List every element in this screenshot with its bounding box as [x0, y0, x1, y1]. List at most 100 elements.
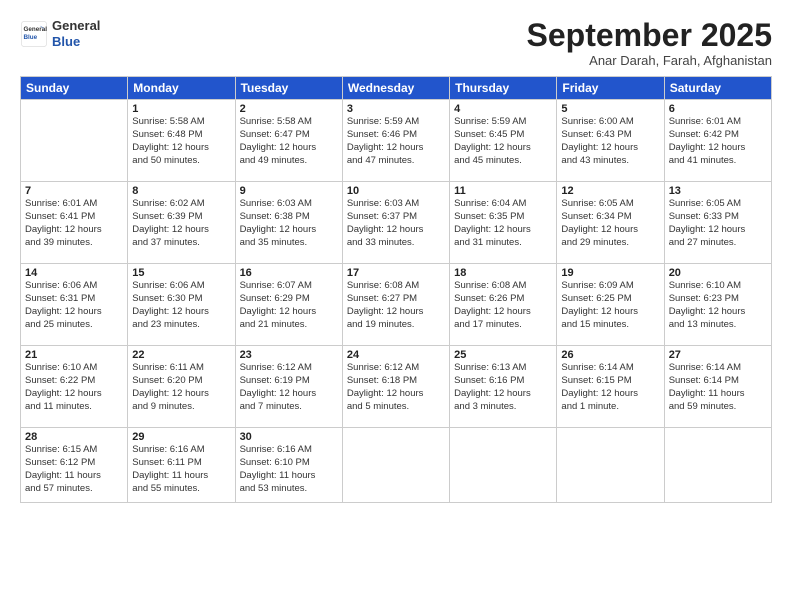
day-number: 7: [25, 185, 123, 197]
day-number: 8: [132, 185, 230, 197]
day-info: Sunrise: 6:01 AM Sunset: 6:42 PM Dayligh…: [669, 116, 767, 167]
calendar-cell: 22Sunrise: 6:11 AM Sunset: 6:20 PM Dayli…: [128, 346, 235, 428]
day-number: 14: [25, 267, 123, 279]
calendar-cell: [450, 428, 557, 503]
day-number: 5: [561, 103, 659, 115]
day-number: 28: [25, 431, 123, 443]
day-info: Sunrise: 6:06 AM Sunset: 6:30 PM Dayligh…: [132, 280, 230, 331]
day-number: 26: [561, 349, 659, 361]
calendar-cell: 30Sunrise: 6:16 AM Sunset: 6:10 PM Dayli…: [235, 428, 342, 503]
day-number: 12: [561, 185, 659, 197]
calendar-week-row: 28Sunrise: 6:15 AM Sunset: 6:12 PM Dayli…: [21, 428, 772, 503]
calendar-cell: [664, 428, 771, 503]
calendar-cell: 18Sunrise: 6:08 AM Sunset: 6:26 PM Dayli…: [450, 264, 557, 346]
day-number: 9: [240, 185, 338, 197]
day-info: Sunrise: 6:14 AM Sunset: 6:14 PM Dayligh…: [669, 362, 767, 413]
day-number: 6: [669, 103, 767, 115]
svg-text:General: General: [24, 26, 48, 33]
day-info: Sunrise: 5:58 AM Sunset: 6:48 PM Dayligh…: [132, 116, 230, 167]
day-number: 15: [132, 267, 230, 279]
calendar-cell: 14Sunrise: 6:06 AM Sunset: 6:31 PM Dayli…: [21, 264, 128, 346]
calendar-cell: 19Sunrise: 6:09 AM Sunset: 6:25 PM Dayli…: [557, 264, 664, 346]
day-number: 16: [240, 267, 338, 279]
day-info: Sunrise: 6:08 AM Sunset: 6:27 PM Dayligh…: [347, 280, 445, 331]
calendar-week-row: 21Sunrise: 6:10 AM Sunset: 6:22 PM Dayli…: [21, 346, 772, 428]
calendar-table: SundayMondayTuesdayWednesdayThursdayFrid…: [20, 76, 772, 503]
calendar-cell: 17Sunrise: 6:08 AM Sunset: 6:27 PM Dayli…: [342, 264, 449, 346]
calendar-cell: 6Sunrise: 6:01 AM Sunset: 6:42 PM Daylig…: [664, 100, 771, 182]
day-number: 2: [240, 103, 338, 115]
calendar-week-row: 14Sunrise: 6:06 AM Sunset: 6:31 PM Dayli…: [21, 264, 772, 346]
calendar-cell: 7Sunrise: 6:01 AM Sunset: 6:41 PM Daylig…: [21, 182, 128, 264]
logo-general: General: [52, 18, 100, 34]
calendar-dow-friday: Friday: [557, 77, 664, 100]
day-info: Sunrise: 6:16 AM Sunset: 6:11 PM Dayligh…: [132, 444, 230, 495]
calendar-cell: 3Sunrise: 5:59 AM Sunset: 6:46 PM Daylig…: [342, 100, 449, 182]
day-info: Sunrise: 6:12 AM Sunset: 6:18 PM Dayligh…: [347, 362, 445, 413]
day-info: Sunrise: 6:05 AM Sunset: 6:34 PM Dayligh…: [561, 198, 659, 249]
calendar-dow-saturday: Saturday: [664, 77, 771, 100]
day-number: 13: [669, 185, 767, 197]
calendar-cell: 15Sunrise: 6:06 AM Sunset: 6:30 PM Dayli…: [128, 264, 235, 346]
day-number: 27: [669, 349, 767, 361]
day-number: 25: [454, 349, 552, 361]
day-info: Sunrise: 6:11 AM Sunset: 6:20 PM Dayligh…: [132, 362, 230, 413]
day-number: 1: [132, 103, 230, 115]
day-number: 21: [25, 349, 123, 361]
day-number: 29: [132, 431, 230, 443]
calendar-cell: 25Sunrise: 6:13 AM Sunset: 6:16 PM Dayli…: [450, 346, 557, 428]
calendar-cell: 12Sunrise: 6:05 AM Sunset: 6:34 PM Dayli…: [557, 182, 664, 264]
day-info: Sunrise: 6:00 AM Sunset: 6:43 PM Dayligh…: [561, 116, 659, 167]
calendar-cell: 1Sunrise: 5:58 AM Sunset: 6:48 PM Daylig…: [128, 100, 235, 182]
day-info: Sunrise: 6:03 AM Sunset: 6:38 PM Dayligh…: [240, 198, 338, 249]
calendar-cell: [557, 428, 664, 503]
day-number: 19: [561, 267, 659, 279]
calendar-cell: 21Sunrise: 6:10 AM Sunset: 6:22 PM Dayli…: [21, 346, 128, 428]
calendar-dow-wednesday: Wednesday: [342, 77, 449, 100]
calendar-week-row: 1Sunrise: 5:58 AM Sunset: 6:48 PM Daylig…: [21, 100, 772, 182]
calendar-week-row: 7Sunrise: 6:01 AM Sunset: 6:41 PM Daylig…: [21, 182, 772, 264]
day-info: Sunrise: 6:07 AM Sunset: 6:29 PM Dayligh…: [240, 280, 338, 331]
day-info: Sunrise: 6:15 AM Sunset: 6:12 PM Dayligh…: [25, 444, 123, 495]
day-number: 23: [240, 349, 338, 361]
calendar-dow-thursday: Thursday: [450, 77, 557, 100]
day-info: Sunrise: 6:01 AM Sunset: 6:41 PM Dayligh…: [25, 198, 123, 249]
month-title: September 2025: [527, 18, 772, 53]
day-info: Sunrise: 6:09 AM Sunset: 6:25 PM Dayligh…: [561, 280, 659, 331]
day-number: 10: [347, 185, 445, 197]
calendar-dow-sunday: Sunday: [21, 77, 128, 100]
day-number: 17: [347, 267, 445, 279]
day-number: 20: [669, 267, 767, 279]
calendar-cell: 9Sunrise: 6:03 AM Sunset: 6:38 PM Daylig…: [235, 182, 342, 264]
day-info: Sunrise: 6:05 AM Sunset: 6:33 PM Dayligh…: [669, 198, 767, 249]
day-number: 3: [347, 103, 445, 115]
day-info: Sunrise: 6:06 AM Sunset: 6:31 PM Dayligh…: [25, 280, 123, 331]
calendar-cell: 24Sunrise: 6:12 AM Sunset: 6:18 PM Dayli…: [342, 346, 449, 428]
logo-blue: Blue: [52, 34, 100, 50]
logo-icon: General Blue: [20, 20, 48, 48]
day-info: Sunrise: 6:08 AM Sunset: 6:26 PM Dayligh…: [454, 280, 552, 331]
day-number: 11: [454, 185, 552, 197]
calendar-cell: 16Sunrise: 6:07 AM Sunset: 6:29 PM Dayli…: [235, 264, 342, 346]
calendar-cell: 5Sunrise: 6:00 AM Sunset: 6:43 PM Daylig…: [557, 100, 664, 182]
calendar-dow-monday: Monday: [128, 77, 235, 100]
day-info: Sunrise: 6:16 AM Sunset: 6:10 PM Dayligh…: [240, 444, 338, 495]
day-number: 4: [454, 103, 552, 115]
day-number: 24: [347, 349, 445, 361]
calendar-cell: 23Sunrise: 6:12 AM Sunset: 6:19 PM Dayli…: [235, 346, 342, 428]
calendar-cell: 11Sunrise: 6:04 AM Sunset: 6:35 PM Dayli…: [450, 182, 557, 264]
calendar-cell: [21, 100, 128, 182]
day-info: Sunrise: 6:13 AM Sunset: 6:16 PM Dayligh…: [454, 362, 552, 413]
calendar-header-row: SundayMondayTuesdayWednesdayThursdayFrid…: [21, 77, 772, 100]
logo: General Blue General Blue: [20, 18, 100, 49]
calendar-cell: 8Sunrise: 6:02 AM Sunset: 6:39 PM Daylig…: [128, 182, 235, 264]
day-info: Sunrise: 6:03 AM Sunset: 6:37 PM Dayligh…: [347, 198, 445, 249]
day-info: Sunrise: 6:10 AM Sunset: 6:23 PM Dayligh…: [669, 280, 767, 331]
calendar-cell: 20Sunrise: 6:10 AM Sunset: 6:23 PM Dayli…: [664, 264, 771, 346]
calendar-cell: 4Sunrise: 5:59 AM Sunset: 6:45 PM Daylig…: [450, 100, 557, 182]
calendar-cell: 13Sunrise: 6:05 AM Sunset: 6:33 PM Dayli…: [664, 182, 771, 264]
location-subtitle: Anar Darah, Farah, Afghanistan: [527, 53, 772, 68]
calendar-cell: [342, 428, 449, 503]
day-info: Sunrise: 6:04 AM Sunset: 6:35 PM Dayligh…: [454, 198, 552, 249]
title-block: September 2025 Anar Darah, Farah, Afghan…: [527, 18, 772, 68]
